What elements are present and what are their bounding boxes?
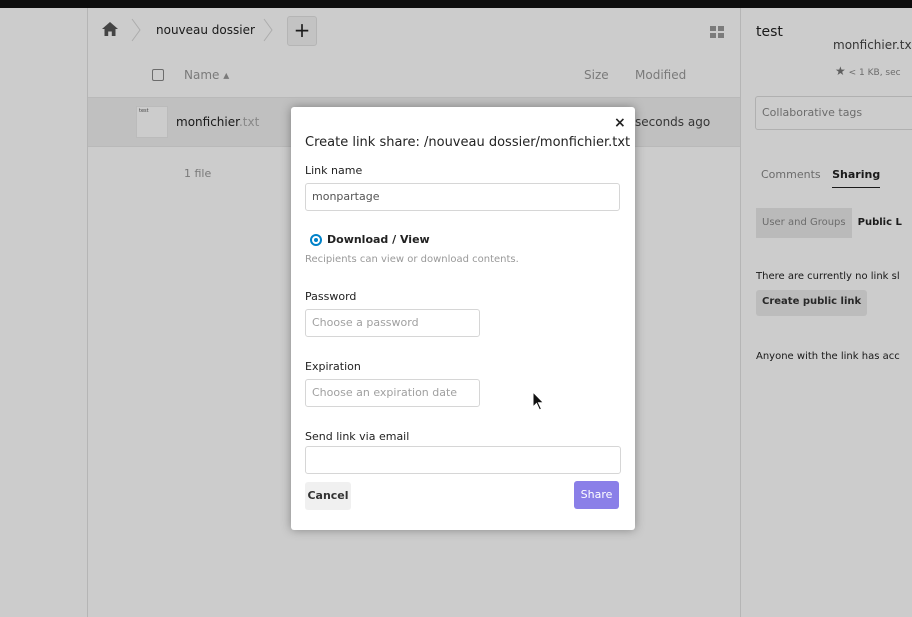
email-input[interactable]: [305, 446, 621, 474]
share-button[interactable]: Share: [574, 481, 619, 509]
download-view-radio[interactable]: [310, 234, 322, 246]
dialog-title: Create link share: /nouveau dossier/monf…: [305, 135, 631, 150]
close-icon[interactable]: ×: [614, 115, 626, 131]
download-view-label[interactable]: Download / View: [327, 233, 430, 246]
create-link-share-dialog: × Create link share: /nouveau dossier/mo…: [291, 107, 635, 530]
email-label: Send link via email: [305, 430, 410, 443]
password-input[interactable]: Choose a password: [305, 309, 480, 337]
mouse-cursor-icon: [532, 391, 545, 411]
permission-hint: Recipients can view or download contents…: [305, 254, 519, 265]
password-label: Password: [305, 290, 357, 303]
cancel-button[interactable]: Cancel: [305, 482, 351, 510]
expiration-date-input[interactable]: Choose an expiration date: [305, 379, 480, 407]
link-name-label: Link name: [305, 164, 363, 177]
link-name-input[interactable]: monpartage: [305, 183, 620, 211]
expiration-label: Expiration: [305, 360, 361, 373]
